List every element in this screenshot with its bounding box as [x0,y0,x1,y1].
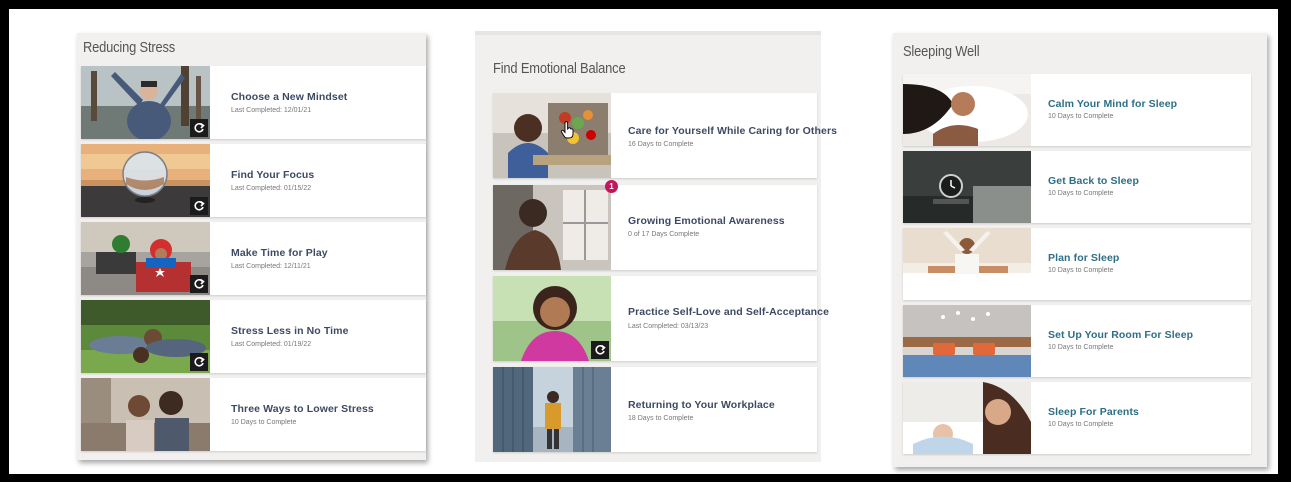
program-card-make-time-for-play[interactable]: Make Time for Play Last Completed: 12/11… [81,222,426,295]
program-card-plan-for-sleep[interactable]: Plan for Sleep 10 Days to Complete [903,228,1251,300]
card-thumbnail [903,305,1031,377]
card-subtitle: 10 Days to Complete [1048,190,1114,197]
redo-icon [194,122,205,133]
redo-icon [194,356,205,367]
redo-icon [595,344,606,355]
redo-button[interactable] [190,353,208,371]
card-title: Three Ways to Lower Stress [231,403,374,415]
card-title: Practice Self-Love and Self-Acceptance [628,306,830,318]
panel-title: Reducing Stress [83,39,176,56]
redo-button[interactable] [591,341,609,359]
program-card-practice-self-love[interactable]: Practice Self-Love and Self-Acceptance L… [493,276,829,361]
card-title: Care for Yourself While Caring for Other… [628,125,838,137]
card-subtitle: 18 Days to Complete [628,415,694,422]
card-title: Sleep For Parents [1048,406,1139,418]
program-card-stress-less-in-no-time[interactable]: Stress Less in No Time Last Completed: 0… [81,300,426,373]
card-thumbnail [903,151,1031,223]
panel-title: Find Emotional Balance [493,60,626,77]
card-thumbnail [903,382,1031,454]
card-title: Get Back to Sleep [1048,175,1139,187]
program-card-growing-emotional-awareness[interactable]: 1 Growing Emotional Awareness 0 of 17 Da… [493,180,817,270]
redo-button[interactable] [190,119,208,137]
card-subtitle: 16 Days to Complete [628,141,694,148]
card-subtitle: Last Completed: 12/01/21 [231,107,312,114]
card-title: Make Time for Play [231,247,328,259]
card-subtitle: 10 Days to Complete [1048,267,1114,274]
card-title: Plan for Sleep [1048,252,1120,264]
card-title: Growing Emotional Awareness [628,215,785,227]
hand-cursor-icon [561,121,575,139]
card-title: Returning to Your Workplace [628,399,775,411]
card-thumbnail [493,276,611,361]
card-subtitle: Last Completed: 01/19/22 [231,341,312,348]
card-thumbnail [903,228,1031,300]
card-thumbnail [81,378,210,451]
card-subtitle: Last Completed: 01/15/22 [231,185,312,192]
panel-sleeping-well: Sleeping Well Calm Your Mind for Sleep 1… [893,33,1267,467]
program-card-returning-to-your-workplace[interactable]: Returning to Your Workplace 18 Days to C… [493,367,817,452]
card-title: Choose a New Mindset [231,91,348,103]
card-title: Find Your Focus [231,169,315,181]
program-card-find-your-focus[interactable]: Find Your Focus Last Completed: 01/15/22 [81,144,426,217]
card-thumbnail [81,222,210,295]
program-card-set-up-your-room-for-sleep[interactable]: Set Up Your Room For Sleep 10 Days to Co… [903,305,1251,377]
card-thumbnail [493,93,611,178]
redo-icon [194,200,205,211]
redo-icon [194,278,205,289]
screenshot-frame: Reducing Stress Choose a New Mindset Las… [9,9,1278,474]
program-card-get-back-to-sleep[interactable]: Get Back to Sleep 10 Days to Complete [903,151,1251,223]
card-subtitle: 0 of 17 Days Complete [628,231,700,238]
card-subtitle: Last Completed: 03/13/23 [628,323,709,330]
card-thumbnail [81,300,210,373]
redo-button[interactable] [190,197,208,215]
card-thumbnail [493,367,611,452]
notification-badge: 1 [605,180,618,193]
redo-button[interactable] [190,275,208,293]
card-subtitle: 10 Days to Complete [1048,344,1114,351]
program-card-three-ways-to-lower-stress[interactable]: Three Ways to Lower Stress 10 Days to Co… [81,378,426,451]
card-subtitle: Last Completed: 12/11/21 [231,263,311,270]
card-subtitle: 10 Days to Complete [1048,421,1114,428]
panel-find-emotional-balance: Find Emotional Balance Care for Yourself… [475,31,837,462]
card-title: Calm Your Mind for Sleep [1048,98,1178,110]
card-thumbnail [81,66,210,139]
card-subtitle: 10 Days to Complete [231,419,297,426]
panel-reducing-stress: Reducing Stress Choose a New Mindset Las… [77,33,426,460]
card-thumbnail [81,144,210,217]
card-thumbnail [903,74,1031,146]
card-subtitle: 10 Days to Complete [1048,113,1114,120]
program-card-choose-a-new-mindset[interactable]: Choose a New Mindset Last Completed: 12/… [81,66,426,139]
program-card-care-for-yourself[interactable]: Care for Yourself While Caring for Other… [493,93,837,178]
card-thumbnail [493,185,611,270]
program-card-calm-your-mind-for-sleep[interactable]: Calm Your Mind for Sleep 10 Days to Comp… [903,74,1251,146]
card-title: Stress Less in No Time [231,325,349,337]
panel-title: Sleeping Well [903,43,980,60]
card-title: Set Up Your Room For Sleep [1048,329,1194,341]
program-card-sleep-for-parents[interactable]: Sleep For Parents 10 Days to Complete [903,382,1251,454]
